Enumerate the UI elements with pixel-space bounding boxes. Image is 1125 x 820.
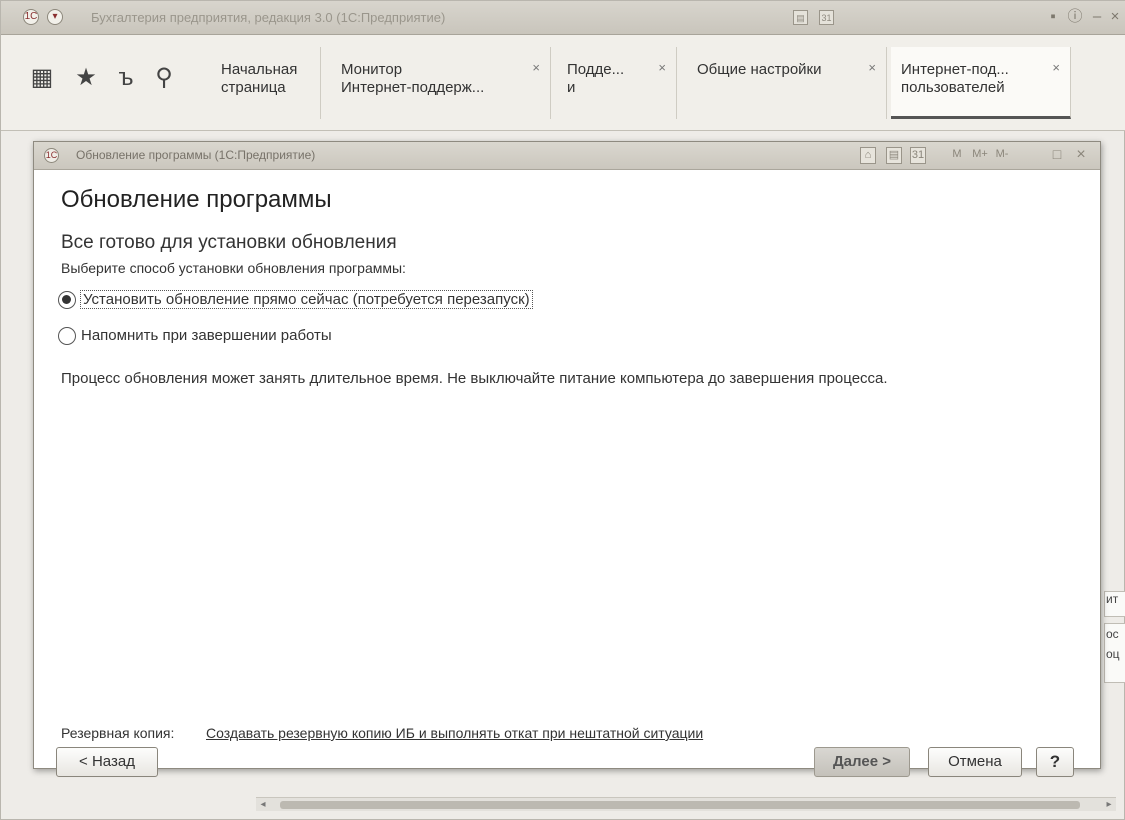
background-window-fragment: ос оц — [1104, 623, 1125, 683]
background-fragment-text: оц — [1106, 647, 1120, 661]
close-icon[interactable]: × — [1072, 147, 1090, 164]
tab-general-settings[interactable]: Общие настройки × — [687, 47, 887, 119]
memory-plus-icon[interactable]: M+ — [970, 147, 990, 164]
option-install-now[interactable]: Установить обновление прямо сейчас (потр… — [58, 289, 618, 311]
tab-label: Общие настройки — [697, 61, 822, 78]
tab-label: Монитор — [341, 61, 403, 78]
close-icon[interactable]: × — [868, 59, 876, 77]
app-logo-icon[interactable]: 1С — [23, 9, 39, 25]
scroll-right-icon[interactable]: ▸ — [1102, 798, 1116, 812]
radio-button[interactable] — [58, 327, 76, 345]
update-dialog: 1С Обновление программы (1С:Предприятие)… — [33, 141, 1101, 777]
backup-label: Резервная копия: — [61, 725, 175, 741]
document-icon[interactable]: ▤ — [886, 147, 902, 164]
calendar-icon[interactable]: 31 — [910, 147, 926, 164]
memory-minus-icon[interactable]: M- — [992, 147, 1012, 164]
history-icon[interactable]: ъ — [109, 61, 143, 95]
option-label: Напомнить при завершении работы — [81, 327, 332, 344]
tab-label: Подде... — [567, 61, 625, 78]
option-remind-later[interactable]: Напомнить при завершении работы — [58, 325, 378, 347]
app-logo-icon: 1С — [44, 148, 59, 163]
help-button[interactable]: ? — [1036, 747, 1074, 777]
tab-label: Интернет-под... — [901, 61, 1009, 78]
search-icon[interactable]: ⚲ — [147, 61, 181, 95]
tab-label: страница — [221, 79, 286, 96]
favorites-star-icon[interactable]: ★ — [69, 61, 103, 95]
background-window-fragment: ит — [1104, 591, 1125, 617]
dialog-heading: Обновление программы — [61, 186, 332, 213]
tab-label: и — [567, 79, 576, 96]
tab-label: пользователей — [901, 79, 1005, 96]
tab-support[interactable]: Подде... и × — [557, 47, 677, 119]
backup-settings-link[interactable]: Создавать резервную копию ИБ и выполнять… — [206, 725, 703, 741]
next-button[interactable]: Далее > — [814, 747, 910, 777]
horizontal-scrollbar[interactable]: ◂ ▸ — [256, 797, 1116, 811]
document-icon[interactable]: ▤ — [793, 10, 808, 25]
update-warning-text: Процесс обновления может занять длительн… — [61, 370, 888, 387]
tiles-icon[interactable]: ▪ — [1043, 7, 1063, 27]
tab-label: Интернет-поддерж... — [341, 79, 485, 96]
tab-home[interactable]: Начальная страница — [211, 47, 321, 119]
tab-internet-support-users[interactable]: Интернет-под... пользователей × — [891, 47, 1071, 119]
back-button[interactable]: < Назад — [56, 747, 158, 777]
close-icon[interactable]: × — [532, 59, 540, 77]
info-icon[interactable]: ⓘ — [1065, 7, 1085, 27]
window-title: Бухгалтерия предприятия, редакция 3.0 (1… — [91, 10, 446, 25]
tab-label: Начальная — [221, 61, 298, 78]
scroll-thumb[interactable] — [280, 801, 1080, 809]
close-icon[interactable]: × — [658, 59, 666, 77]
calendar-icon[interactable]: 31 — [819, 10, 834, 25]
minimize-icon[interactable]: – — [1087, 7, 1107, 27]
main-title-bar: 1С ▾ Бухгалтерия предприятия, редакция 3… — [1, 1, 1125, 35]
background-fragment-text: ос — [1106, 627, 1119, 641]
desktop-screen: 1С ▾ Бухгалтерия предприятия, редакция 3… — [0, 0, 1125, 820]
option-label: Установить обновление прямо сейчас (потр… — [80, 290, 533, 309]
link-icon[interactable]: ⌂ — [860, 147, 876, 164]
main-menu-icon[interactable]: ▾ — [47, 9, 63, 25]
apps-grid-icon[interactable]: ▦ — [25, 61, 59, 95]
section-toolbar: ▦ ★ ъ ⚲ Начальная страница Монитор Интер… — [1, 35, 1125, 131]
dialog-window-title: Обновление программы (1С:Предприятие) — [76, 148, 316, 162]
radio-button-checked[interactable] — [58, 291, 76, 309]
close-icon[interactable]: × — [1052, 59, 1060, 77]
dialog-subheading: Все готово для установки обновления — [61, 232, 397, 253]
memory-icon[interactable]: M — [948, 147, 966, 164]
tab-support-monitor[interactable]: Монитор Интернет-поддерж... × — [331, 47, 551, 119]
dialog-title-bar: 1С Обновление программы (1С:Предприятие)… — [34, 142, 1100, 170]
maximize-icon[interactable]: □ — [1048, 147, 1066, 164]
cancel-button[interactable]: Отмена — [928, 747, 1022, 777]
close-window-icon[interactable]: × — [1105, 7, 1125, 27]
install-method-prompt: Выберите способ установки обновления про… — [61, 260, 406, 276]
scroll-left-icon[interactable]: ◂ — [256, 798, 270, 812]
